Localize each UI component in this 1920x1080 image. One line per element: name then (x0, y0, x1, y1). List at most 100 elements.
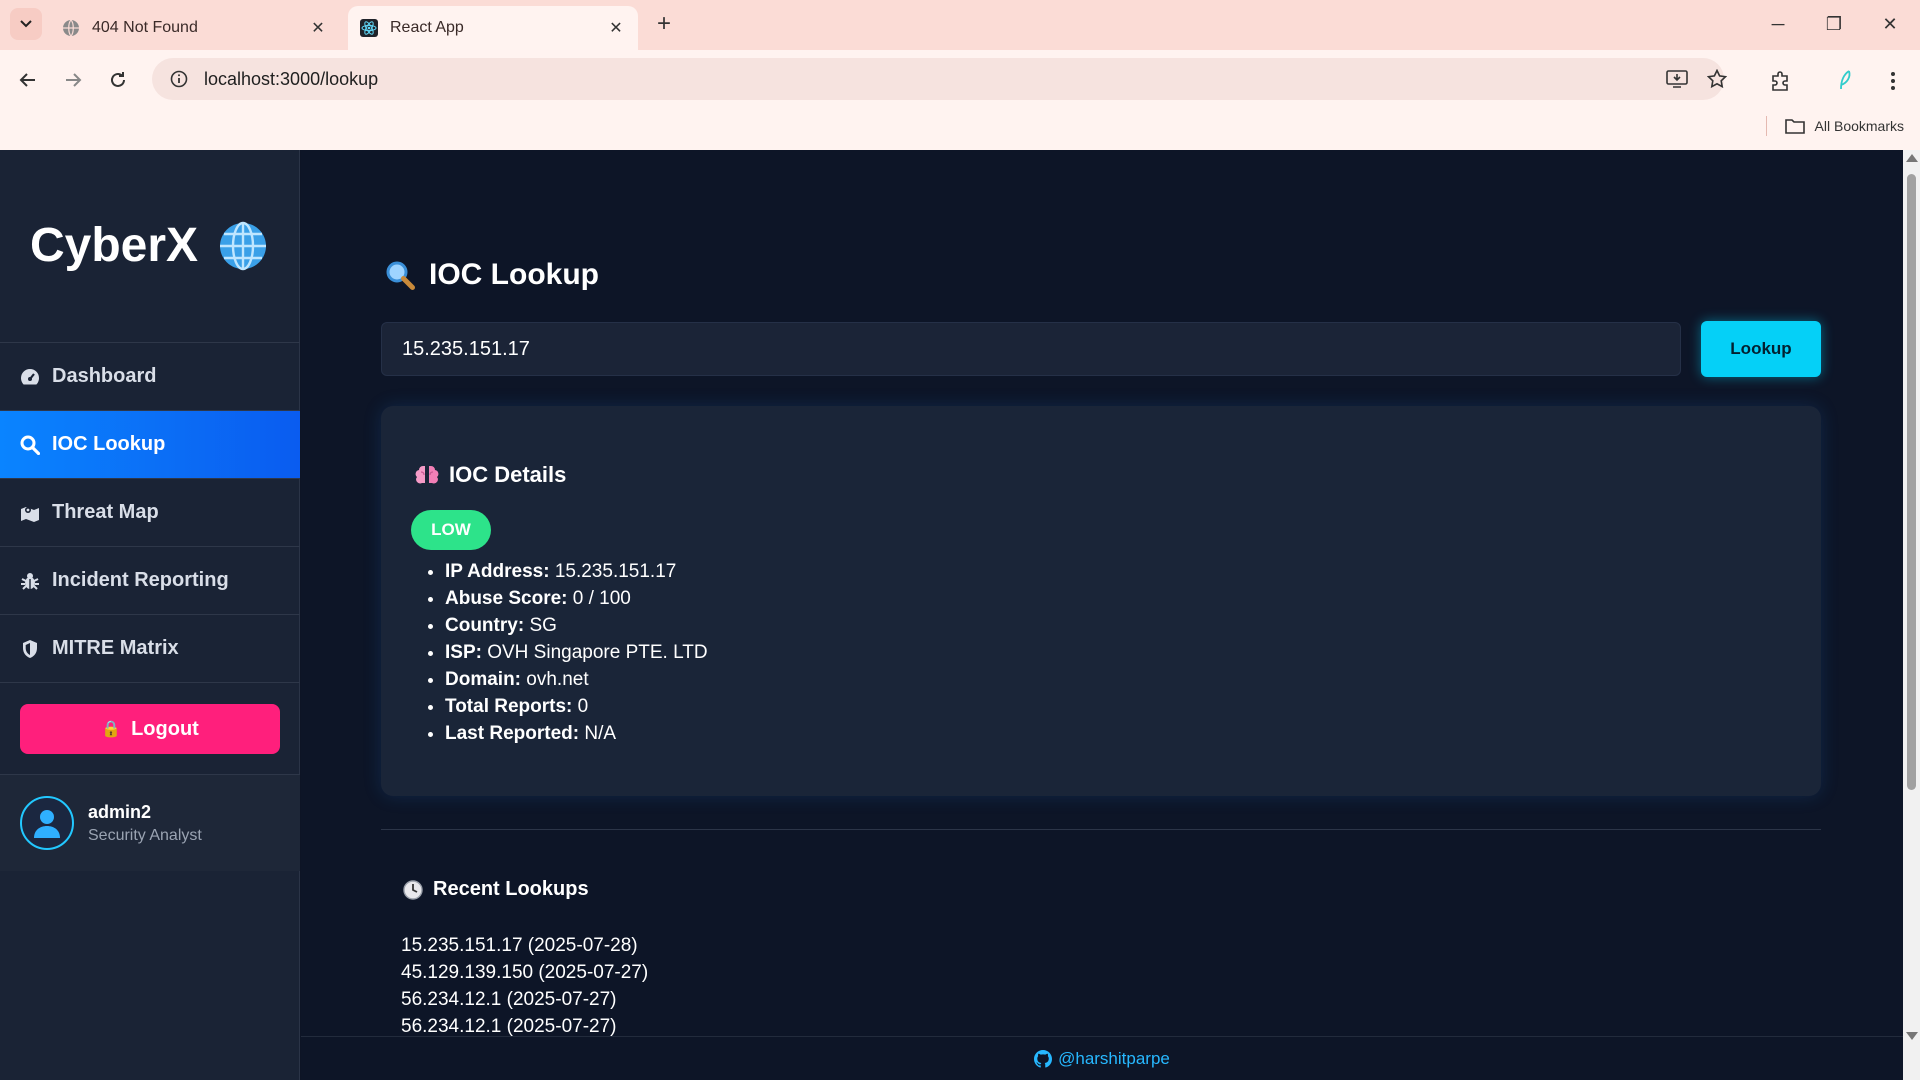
shield-icon (20, 639, 40, 659)
reload-button[interactable] (100, 62, 136, 98)
tab-title: React App (390, 19, 464, 36)
detail-abuse-score: Abuse Score: 0 / 100 (445, 585, 708, 612)
sidebar-item-label: Incident Reporting (52, 569, 229, 591)
scroll-down-arrow[interactable] (1906, 1032, 1918, 1040)
install-app-icon[interactable] (1662, 64, 1692, 94)
profile-feather-icon[interactable] (1828, 64, 1862, 98)
globe-icon (62, 19, 80, 37)
detail-label: Domain: (445, 669, 521, 690)
scrollbar-thumb[interactable] (1907, 174, 1916, 790)
back-button[interactable] (10, 62, 46, 98)
react-icon (360, 19, 378, 37)
detail-value: ovh.net (526, 669, 589, 690)
github-icon (1034, 1049, 1053, 1068)
detail-label: Total Reports: (445, 696, 573, 717)
brain-emoji-icon (415, 466, 439, 484)
recent-lookups-list: 15.235.151.17 (2025-07-28) 45.129.139.15… (401, 932, 648, 1040)
brand-logo: CyberX (30, 218, 268, 273)
chevron-down-icon (20, 20, 32, 28)
all-bookmarks-button[interactable]: All Bookmarks (1765, 116, 1904, 136)
detail-label: ISP: (445, 642, 482, 663)
minimize-window-button[interactable]: ─ (1758, 10, 1798, 38)
address-bar[interactable]: localhost:3000/lookup (152, 58, 1724, 100)
recent-lookup-item[interactable]: 15.235.151.17 (2025-07-28) (401, 932, 648, 959)
recent-lookups-title: Recent Lookups (403, 878, 589, 901)
recent-lookup-item[interactable]: 56.234.12.1 (2025-07-27) (401, 986, 648, 1013)
sidebar-nav: Dashboard IOC Lookup Threat Map Incident… (0, 342, 300, 683)
detail-label: Last Reported: (445, 723, 580, 744)
ioc-details-title-text: IOC Details (449, 462, 567, 487)
reload-icon (111, 72, 125, 87)
detail-total-reports: Total Reports: 0 (445, 693, 708, 720)
sidebar-item-label: Threat Map (52, 501, 159, 523)
sidebar-item-label: Dashboard (52, 365, 157, 387)
tab-search-button[interactable] (10, 8, 42, 40)
detail-label: Country: (445, 615, 525, 636)
page-scrollbar[interactable] (1903, 150, 1920, 1080)
close-window-button[interactable]: ✕ (1870, 10, 1910, 38)
recent-lookup-item[interactable]: 45.129.139.150 (2025-07-27) (401, 959, 648, 986)
page-title: IOC Lookup (385, 258, 599, 292)
search-icon (20, 435, 40, 455)
sidebar-item-ioc-lookup[interactable]: IOC Lookup (0, 410, 300, 478)
browser-tab-404[interactable]: 404 Not Found ✕ (50, 6, 340, 50)
detail-country: Country: SG (445, 612, 708, 639)
sidebar-item-incident-reporting[interactable]: Incident Reporting (0, 546, 300, 614)
logout-label: Logout (131, 717, 199, 740)
ioc-details-title: IOC Details (415, 462, 566, 488)
user-profile: admin2 Security Analyst (0, 775, 300, 871)
site-info-icon[interactable] (168, 68, 190, 90)
main-content: IOC Lookup Lookup IOC Details LOW IP Add… (301, 150, 1903, 1037)
browser-toolbar: localhost:3000/lookup All Bookmarks (0, 50, 1920, 150)
detail-domain: Domain: ovh.net (445, 666, 708, 693)
lookup-button[interactable]: Lookup (1701, 321, 1821, 377)
tab-title: 404 Not Found (92, 19, 198, 36)
url-text: localhost:3000/lookup (204, 68, 379, 89)
scroll-up-arrow[interactable] (1906, 154, 1918, 162)
detail-isp: ISP: OVH Singapore PTE. LTD (445, 639, 708, 666)
forward-button[interactable] (55, 62, 91, 98)
bug-icon (20, 571, 40, 591)
dashboard-gauge-icon (20, 367, 40, 387)
ioc-search-input[interactable] (381, 322, 1681, 376)
user-role: Security Analyst (88, 826, 202, 844)
detail-value: 15.235.151.17 (554, 561, 677, 582)
close-icon[interactable]: ✕ (606, 18, 626, 38)
browser-tab-strip: 404 Not Found ✕ React App ✕ + ─ ❐ ✕ (0, 0, 1920, 50)
magnifier-emoji-icon (386, 261, 415, 290)
page-title-text: IOC Lookup (429, 258, 599, 291)
sidebar-item-threat-map[interactable]: Threat Map (0, 478, 300, 546)
logout-button[interactable]: 🔒 Logout (20, 704, 280, 754)
arrow-right-icon (66, 73, 82, 87)
sidebar-item-mitre-matrix[interactable]: MITRE Matrix (0, 614, 300, 682)
ioc-details-list: IP Address: 15.235.151.17 Abuse Score: 0… (427, 558, 708, 747)
toolbar-divider (1765, 116, 1767, 136)
detail-value: N/A (584, 723, 617, 744)
clock-icon (403, 879, 423, 900)
browser-menu-icon[interactable] (1876, 64, 1910, 98)
map-icon (20, 503, 40, 523)
app-root: CyberX Dashboard IOC Lookup Threat Map I… (0, 150, 1920, 1080)
browser-tab-react-app[interactable]: React App ✕ (348, 6, 638, 50)
detail-value: 0 (577, 696, 589, 717)
folder-icon (1784, 119, 1805, 134)
sidebar-item-dashboard[interactable]: Dashboard (0, 342, 300, 410)
detail-last-reported: Last Reported: N/A (445, 720, 708, 747)
extensions-puzzle-icon[interactable] (1764, 64, 1798, 98)
user-icon (34, 810, 60, 838)
detail-label: IP Address: (445, 561, 550, 582)
user-name: admin2 (88, 801, 152, 822)
avatar (20, 796, 74, 850)
bookmark-star-icon[interactable] (1702, 64, 1732, 94)
close-icon[interactable]: ✕ (308, 18, 328, 38)
detail-ip-address: IP Address: 15.235.151.17 (445, 558, 708, 585)
github-handle-link[interactable]: @harshitparpe (1058, 1049, 1170, 1069)
sidebar-item-label: IOC Lookup (52, 433, 166, 455)
ioc-details-card: IOC Details LOW IP Address: 15.235.151.1… (381, 406, 1821, 796)
lock-icon: 🔒 (101, 721, 122, 738)
new-tab-button[interactable]: + (650, 11, 678, 39)
detail-value: OVH Singapore PTE. LTD (487, 642, 708, 663)
nav-divider (0, 682, 300, 683)
restore-window-button[interactable]: ❐ (1814, 10, 1854, 38)
globe-emoji-icon (220, 221, 267, 270)
